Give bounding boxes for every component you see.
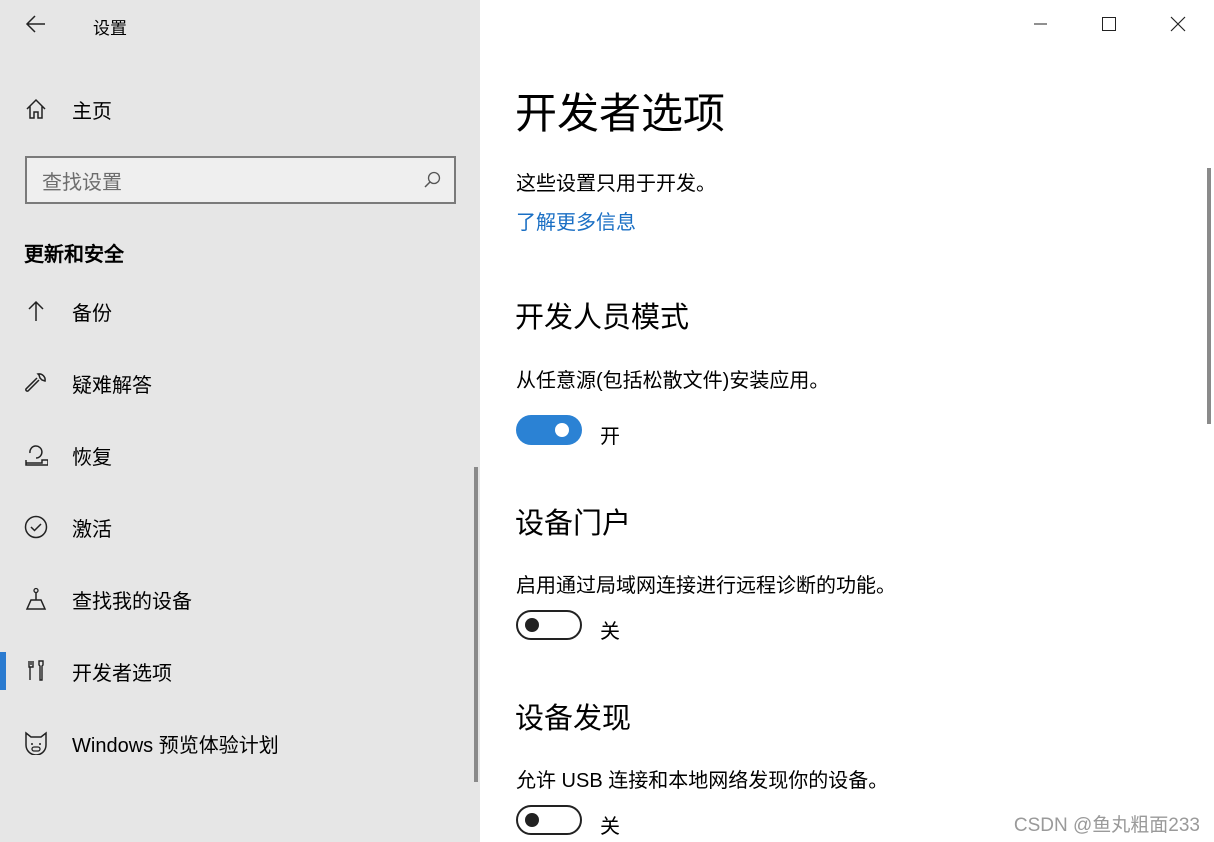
device-discovery-state: 关 [600,816,620,838]
device-discovery-toggle[interactable] [516,805,582,835]
toggle-knob [525,813,539,827]
sidebar-item-recovery[interactable]: 恢复 [0,431,470,479]
device-portal-description: 启用通过局域网连接进行远程诊断的功能。 [516,575,896,597]
sidebar-item-backup[interactable]: 备份 [0,287,470,335]
section-heading: 更新和安全 [24,244,124,266]
maximize-icon [1102,17,1116,31]
sidebar-item-activation[interactable]: 激活 [0,503,470,551]
toggle-knob [555,423,569,437]
sidebar-item-troubleshoot[interactable]: 疑难解答 [0,359,470,407]
device-discovery-heading: 设备发现 [515,703,632,735]
sidebar-item-developer-options[interactable]: 开发者选项 [0,647,470,695]
developer-mode-heading: 开发人员模式 [515,302,690,334]
wrench-icon [24,371,48,395]
back-button[interactable] [24,12,48,36]
page-description: 这些设置只用于开发。 [516,173,716,195]
device-portal-heading: 设备门户 [515,508,632,540]
home-icon [24,97,48,121]
search-input[interactable]: 查找设置 [25,156,456,204]
app-title: 设置 [93,19,127,38]
sidebar-item-label: 恢复 [72,446,112,469]
main-scrollbar[interactable] [1207,168,1211,424]
page-title: 开发者选项 [515,90,726,137]
backup-arrow-icon [24,299,48,323]
minimize-icon [1034,23,1047,25]
device-portal-toggle[interactable] [516,610,582,640]
sidebar-item-label: 疑难解答 [72,374,152,397]
recovery-icon [24,443,48,467]
developer-tools-icon [24,659,48,683]
device-discovery-description: 允许 USB 连接和本地网络发现你的设备。 [516,770,889,792]
sidebar-item-label: 查找我的设备 [72,590,192,613]
search-placeholder: 查找设置 [42,171,122,194]
sidebar-item-find-my-device[interactable]: 查找我的设备 [0,575,470,623]
search-icon [424,171,441,188]
sidebar-item-home[interactable]: 主页 [0,85,470,133]
sidebar-scrollbar[interactable] [474,467,478,782]
maximize-button[interactable] [1086,0,1132,48]
close-icon [1170,16,1186,32]
insider-cat-icon [24,731,48,755]
sidebar-item-label: 备份 [72,302,112,325]
find-device-icon [24,587,48,611]
watermark: CSDN @鱼丸粗面233 [1013,815,1200,836]
sidebar-item-label: Windows 预览体验计划 [72,734,279,757]
developer-mode-description: 从任意源(包括松散文件)安装应用。 [516,370,830,392]
sidebar-item-label: 主页 [72,100,112,123]
back-arrow-icon [25,15,45,33]
sidebar: 设置 主页 查找设置 更新和安全 备份 疑难解答 恢复 激活 查找我的设备 开发… [0,0,480,842]
learn-more-link[interactable]: 了解更多信息 [516,206,636,235]
developer-mode-state: 开 [600,426,620,448]
check-circle-icon [24,515,48,539]
minimize-button[interactable] [1017,0,1063,48]
sidebar-item-windows-insider[interactable]: Windows 预览体验计划 [0,719,470,767]
sidebar-item-label: 激活 [72,518,112,541]
close-button[interactable] [1155,0,1201,48]
device-portal-state: 关 [600,621,620,643]
sidebar-item-label: 开发者选项 [72,662,172,685]
developer-mode-toggle[interactable] [516,415,582,445]
toggle-knob [525,618,539,632]
